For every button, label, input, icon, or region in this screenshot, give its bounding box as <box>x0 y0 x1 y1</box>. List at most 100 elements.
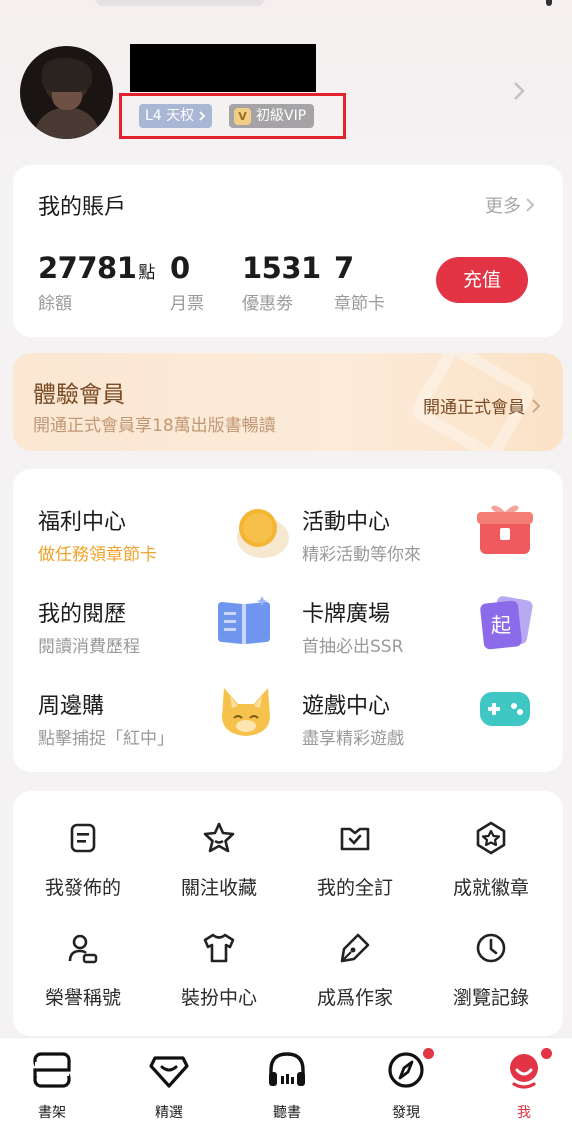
open-membership-link[interactable]: 開通正式會員 <box>423 393 541 418</box>
svg-text:起: 起 <box>491 613 511 637</box>
feature-welfare-center[interactable]: 福利中心 做任務領章節卡 <box>38 504 293 584</box>
feature-title: 卡牌廣場 <box>302 602 391 627</box>
clock-icon <box>476 933 506 963</box>
feature-title: 遊戲中心 <box>302 694 391 719</box>
feature-game-center[interactable]: 遊戲中心 盡享精彩遊戲 <box>302 688 557 768</box>
gamepad-icon <box>480 692 530 726</box>
tshirt-icon <box>203 933 235 963</box>
tab-audiobooks[interactable]: 聽書 <box>247 1050 327 1122</box>
user-title-icon <box>68 934 98 964</box>
stat-chapter-cards[interactable]: 7 章節卡 <box>334 251 385 314</box>
feature-grid-card: 福利中心 做任務領章節卡 活動中心 精彩活動等你來 我的閱歷 閱讀消費歷程 卡牌… <box>13 469 563 772</box>
recharge-button[interactable]: 充值 <box>436 257 528 303</box>
tool-honor-titles[interactable]: 榮譽稱號 <box>23 931 143 1010</box>
tool-label: 我發佈的 <box>44 877 121 899</box>
chevron-right-icon <box>199 111 206 121</box>
redacted-username <box>130 44 316 92</box>
vip-icon: V <box>234 107 251 125</box>
tool-label: 裝扮中心 <box>180 987 257 1009</box>
tool-label: 瀏覽記錄 <box>452 987 529 1009</box>
stat-value: 7 <box>334 251 354 285</box>
tool-label: 我的全訂 <box>316 877 393 899</box>
book-heart-icon <box>340 827 370 851</box>
bottom-tab-bar: 書架 精選 聽書 發現 我 <box>0 1037 572 1131</box>
trial-membership-banner[interactable]: 體驗會員 開通正式會員享18萬出版書暢讀 開通正式會員 <box>13 353 563 451</box>
tool-my-posts[interactable]: 我發佈的 <box>23 821 143 900</box>
tab-bookshelf[interactable]: 書架 <box>12 1050 92 1122</box>
notification-dot <box>541 1048 552 1059</box>
stat-label: 餘額 <box>38 294 72 314</box>
profile-chevron-icon[interactable] <box>512 80 536 104</box>
badge-icon <box>476 821 506 855</box>
tool-follow-favorites[interactable]: 關注收藏 <box>159 821 279 900</box>
status-indicator <box>546 0 552 6</box>
chevron-right-icon <box>532 398 541 413</box>
headphones-icon <box>269 1052 305 1086</box>
tool-label: 成爲作家 <box>316 987 393 1009</box>
tool-become-writer[interactable]: 成爲作家 <box>295 931 415 1010</box>
avatar[interactable] <box>20 46 113 139</box>
bookshelf-icon <box>33 1052 71 1088</box>
stat-value: 27781 <box>38 251 137 285</box>
card-icon: 起 <box>480 596 533 650</box>
feature-subtitle: 首抽必出SSR <box>302 637 404 657</box>
feature-subtitle: 盡享精彩遊戲 <box>302 729 404 749</box>
stat-coupons[interactable]: 1531 優惠劵 <box>242 251 321 314</box>
trial-title: 體驗會員 <box>33 382 125 408</box>
tab-discover[interactable]: 發現 <box>366 1048 446 1122</box>
stat-label: 優惠劵 <box>242 294 293 314</box>
stat-balance[interactable]: 27781 點 餘額 <box>38 251 155 314</box>
feature-subtitle: 做任務領章節卡 <box>38 545 157 565</box>
tool-dress-up-center[interactable]: 裝扮中心 <box>159 931 279 1010</box>
fox-mascot-icon <box>222 688 270 736</box>
stat-monthly-ticket[interactable]: 0 月票 <box>170 251 204 314</box>
trial-subtitle: 開通正式會員享18萬出版書暢讀 <box>33 416 276 436</box>
stat-value: 0 <box>170 251 190 285</box>
avatar-body <box>34 108 100 139</box>
tab-label: 聽書 <box>273 1105 301 1121</box>
avatar-hair <box>42 58 92 92</box>
feature-reading-history[interactable]: 我的閱歷 閱讀消費歷程 <box>38 596 293 676</box>
stat-unit: 點 <box>138 263 155 283</box>
tab-me[interactable]: 我 <box>484 1048 564 1122</box>
tool-label: 成就徽章 <box>452 877 529 899</box>
gem-icon <box>149 1056 189 1088</box>
level-badge[interactable]: L4 天权 <box>139 104 213 128</box>
stat-value: 1531 <box>242 251 321 285</box>
gift-box-icon <box>477 505 533 554</box>
vip-badge[interactable]: V 初級VIP <box>229 104 315 128</box>
pen-icon <box>340 933 370 963</box>
account-more-link[interactable]: 更多 <box>485 192 535 218</box>
profile-icon <box>510 1054 538 1089</box>
status-bar-pill <box>95 0 265 6</box>
tab-label: 精選 <box>155 1105 183 1121</box>
more-label: 更多 <box>485 196 521 217</box>
open-book-icon <box>218 596 270 644</box>
chevron-right-icon <box>526 198 535 212</box>
vip-badge-label: 初級VIP <box>256 108 307 124</box>
feature-merch-shop[interactable]: 周邊購 點擊捕捉「紅中」 <box>38 688 293 768</box>
tab-label: 發現 <box>392 1105 420 1121</box>
feature-title: 周邊購 <box>38 694 105 719</box>
tool-my-full-subscriptions[interactable]: 我的全訂 <box>295 821 415 900</box>
feature-card-plaza[interactable]: 卡牌廣場 首抽必出SSR 起 <box>302 596 557 676</box>
tools-grid-card: 我發佈的 關注收藏 我的全訂 成就徽章 榮譽稱號 裝扮中心 成爲作家 瀏覽記錄 <box>13 791 563 1036</box>
tool-browse-history[interactable]: 瀏覽記錄 <box>431 931 551 1010</box>
tab-featured[interactable]: 精選 <box>129 1050 209 1122</box>
feature-activity-center[interactable]: 活動中心 精彩活動等你來 <box>302 504 557 584</box>
notification-dot <box>423 1048 434 1059</box>
level-badge-label: L4 天权 <box>145 108 195 124</box>
tab-label: 書架 <box>38 1105 66 1121</box>
compass-icon <box>388 1052 424 1088</box>
feature-subtitle: 閱讀消費歷程 <box>38 637 140 657</box>
tool-label: 榮譽稱號 <box>44 987 121 1009</box>
star-icon <box>203 822 235 853</box>
tool-achievement-badges[interactable]: 成就徽章 <box>431 821 551 900</box>
feature-title: 我的閱歷 <box>38 602 127 627</box>
tool-label: 關注收藏 <box>180 877 257 899</box>
account-card: 我的賬戶 更多 27781 點 餘額 0 月票 1531 優惠劵 7 章節卡 充值 <box>13 165 563 337</box>
feature-title: 活動中心 <box>302 510 391 535</box>
stat-label: 月票 <box>170 294 204 314</box>
coin-icon <box>237 509 289 558</box>
open-membership-label: 開通正式會員 <box>423 398 525 418</box>
